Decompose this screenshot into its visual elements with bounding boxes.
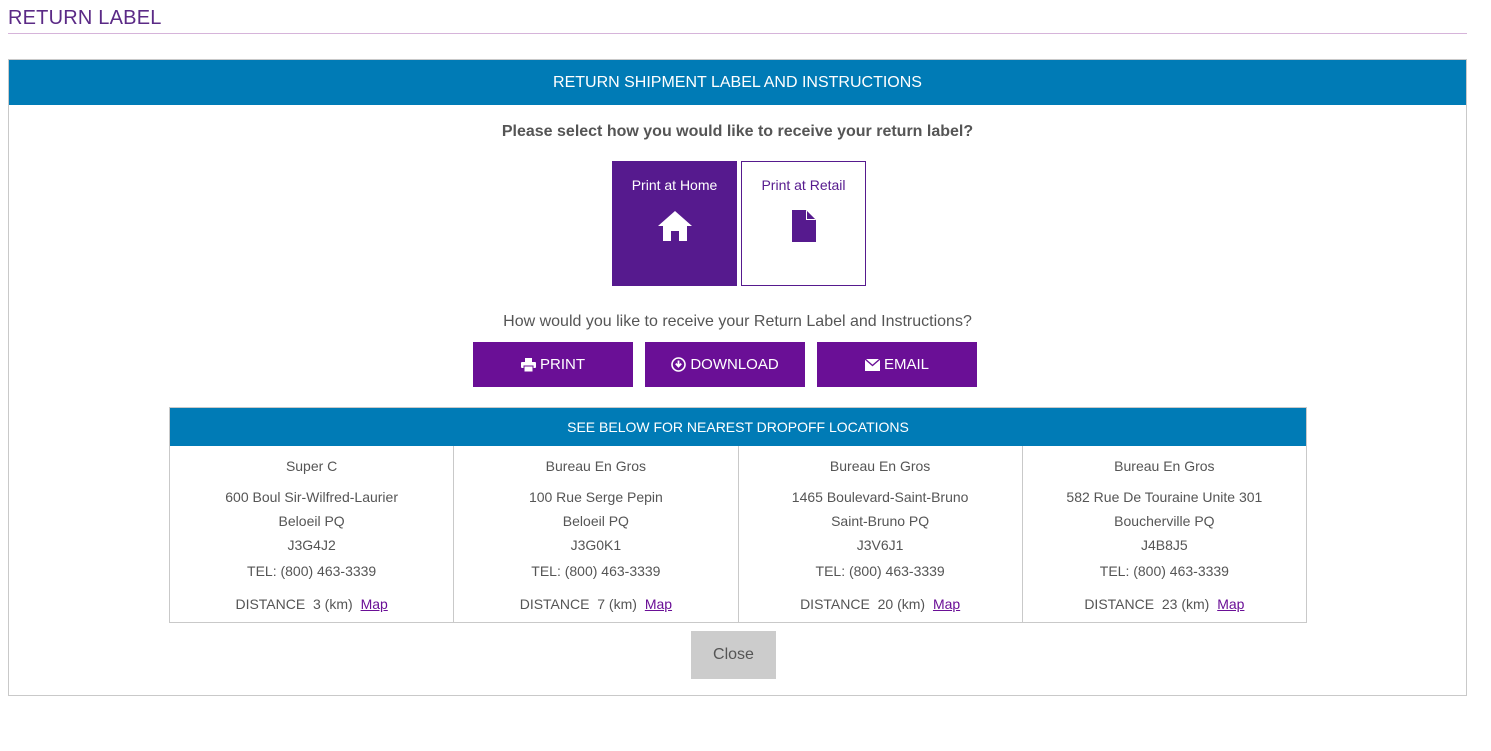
location-city: Beloeil PQ xyxy=(562,513,629,529)
close-button[interactable]: Close xyxy=(691,631,776,679)
location-phone: TEL: (800) 463-3339 xyxy=(815,563,945,579)
location-postal: J3G0K1 xyxy=(570,537,622,553)
location-phone: TEL: (800) 463-3339 xyxy=(1099,563,1229,579)
location-postal: J4B8J5 xyxy=(1141,537,1188,553)
location-phone: TEL: (800) 463-3339 xyxy=(531,563,661,579)
location-name: Super C xyxy=(285,458,338,474)
location-card: Bureau En Gros 582 Rue De Touraine Unite… xyxy=(1023,446,1306,622)
distance-label: DISTANCE xyxy=(519,596,590,612)
location-card: Super C 600 Boul Sir-Wilfred-Laurier Bel… xyxy=(170,446,455,622)
download-button[interactable]: DOWNLOAD xyxy=(645,342,805,387)
dropoff-locations: SEE BELOW FOR NEAREST DROPOFF LOCATIONS … xyxy=(169,407,1307,623)
print-at-retail-label: Print at Retail xyxy=(761,177,846,193)
distance-unit: (km) xyxy=(324,596,353,612)
distance-label: DISTANCE xyxy=(800,596,870,612)
print-at-home-option[interactable]: Print at Home xyxy=(612,161,737,286)
home-icon xyxy=(657,209,693,248)
distance-unit: (km) xyxy=(897,596,926,612)
location-city: Saint-Bruno PQ xyxy=(831,513,930,529)
download-button-label: DOWNLOAD xyxy=(690,356,779,373)
distance-label: DISTANCE xyxy=(235,596,306,612)
print-at-home-label: Print at Home xyxy=(631,177,718,193)
location-postal: J3G4J2 xyxy=(287,537,336,553)
print-button-label: PRINT xyxy=(540,356,585,373)
panel-header: RETURN SHIPMENT LABEL AND INSTRUCTIONS xyxy=(9,60,1466,105)
delivery-method-question: How would you like to receive your Retur… xyxy=(503,313,972,330)
map-link[interactable]: Map xyxy=(361,596,388,612)
map-link[interactable]: Map xyxy=(645,596,672,612)
email-button[interactable]: EMAIL xyxy=(817,342,977,387)
location-city: Beloeil PQ xyxy=(278,513,345,529)
print-button[interactable]: PRINT xyxy=(473,342,633,387)
return-label-panel: RETURN SHIPMENT LABEL AND INSTRUCTIONS P… xyxy=(8,59,1467,696)
distance-unit: (km) xyxy=(1181,596,1210,612)
location-name: Bureau En Gros xyxy=(1114,458,1215,474)
title-divider xyxy=(8,33,1467,34)
location-distance: DISTANCE 3 (km) Map xyxy=(170,596,453,612)
location-name: Bureau En Gros xyxy=(829,458,931,474)
envelope-icon xyxy=(864,358,880,371)
download-icon xyxy=(671,357,687,372)
location-card: Bureau En Gros 100 Rue Serge Pepin Beloe… xyxy=(454,446,739,622)
email-button-label: EMAIL xyxy=(883,356,929,373)
map-link[interactable]: Map xyxy=(1217,596,1244,612)
location-address: 582 Rue De Touraine Unite 301 xyxy=(1066,489,1263,505)
location-card: Bureau En Gros 1465 Boulevard-Saint-Brun… xyxy=(739,446,1023,622)
distance-value: 3 xyxy=(312,596,321,612)
location-phone: TEL: (800) 463-3339 xyxy=(247,563,377,579)
distance-label: DISTANCE xyxy=(1084,596,1155,612)
map-link[interactable]: Map xyxy=(933,596,960,612)
location-name: Bureau En Gros xyxy=(545,458,647,474)
label-method-question: Please select how you would like to rece… xyxy=(501,123,974,140)
print-at-retail-option[interactable]: Print at Retail xyxy=(741,161,866,286)
location-address: 600 Boul Sir-Wilfred-Laurier xyxy=(225,489,398,505)
location-postal: J3V6J1 xyxy=(856,537,904,553)
document-icon xyxy=(791,209,817,248)
distance-value: 23 xyxy=(1161,596,1178,612)
dropoff-locations-header: SEE BELOW FOR NEAREST DROPOFF LOCATIONS xyxy=(170,408,1306,446)
location-distance: DISTANCE 20 (km) Map xyxy=(739,596,1022,612)
location-distance: DISTANCE 23 (km) Map xyxy=(1023,596,1306,612)
location-distance: DISTANCE 7 (km) Map xyxy=(454,596,737,612)
location-address: 1465 Boulevard-Saint-Bruno xyxy=(791,489,969,505)
page-title: RETURN LABEL xyxy=(8,7,162,29)
distance-unit: (km) xyxy=(608,596,637,612)
location-city: Boucherville PQ xyxy=(1114,513,1215,529)
printer-icon xyxy=(521,357,536,372)
distance-value: 20 xyxy=(877,596,894,612)
location-address: 100 Rue Serge Pepin xyxy=(528,489,663,505)
distance-value: 7 xyxy=(597,596,606,612)
